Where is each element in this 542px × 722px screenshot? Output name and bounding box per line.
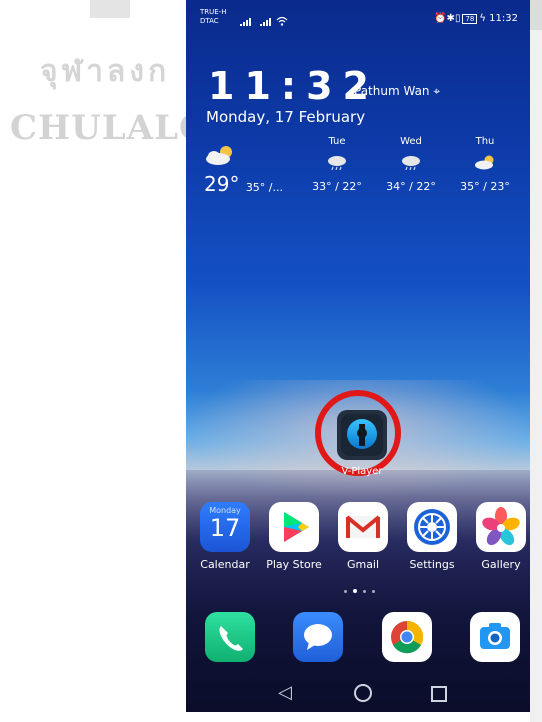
forecast-day-name: Tue (328, 136, 346, 147)
app-label: Calendar (200, 558, 250, 571)
signal-icon (260, 18, 272, 28)
dock-phone[interactable] (193, 612, 267, 662)
charging-icon: ϟ (479, 13, 486, 24)
dock-chrome[interactable] (370, 612, 444, 662)
dock-camera[interactable] (458, 612, 530, 662)
page-dot (363, 590, 366, 593)
vibrate-icon: ▯ (454, 13, 461, 24)
weather-today: 29° 35° /... (204, 172, 283, 196)
v-player-label: V-Player (341, 466, 383, 477)
clock-widget-date[interactable]: Monday, 17 February (206, 108, 365, 126)
home-icon[interactable] (354, 684, 372, 702)
page-edge (530, 0, 542, 722)
clock-widget-location: Pathum Wan ⌖ (354, 84, 440, 99)
location-label: Pathum Wan (354, 84, 430, 98)
chrome-icon (382, 612, 432, 662)
watermark: จุฬาลงก CHULALON (0, 0, 241, 200)
app-label: Gallery (481, 558, 521, 571)
back-icon[interactable]: ◁ (278, 682, 292, 703)
forecast-day: Thu 35° / 23° (450, 136, 520, 193)
app-calendar[interactable]: Monday 17 Calendar (188, 502, 262, 571)
gmail-icon (338, 502, 388, 552)
navigation-bar: ◁ (186, 674, 530, 712)
gallery-flower-icon (476, 502, 526, 552)
phone-screen: TRUE-H DTAC ⏰✱▯ 78 ϟ 11:32 11:32 Pathum Wa… (186, 0, 530, 712)
bluetooth-icon: ✱ (446, 13, 455, 24)
message-icon (293, 612, 343, 662)
rain-cloud-icon (400, 154, 422, 171)
app-play-store[interactable]: Play Store (257, 502, 331, 571)
calendar-icon-date: 17 (209, 514, 241, 542)
today-range: 35° /... (245, 181, 284, 194)
app-label: Gmail (346, 558, 380, 571)
forecast-range: 34° / 22° (386, 180, 436, 193)
alarm-icon: ⏰ (434, 13, 447, 24)
dock-messages[interactable] (281, 612, 355, 662)
status-bar: TRUE-H DTAC ⏰✱▯ 78 ϟ 11:32 (186, 0, 530, 34)
forecast-day: Tue 33° / 22° (302, 136, 372, 193)
page-dot-active (353, 589, 357, 593)
forecast-day-name: Wed (400, 136, 422, 147)
forecast-day-name: Thu (475, 136, 495, 147)
v-player-icon (341, 414, 383, 456)
app-label: Play Store (266, 558, 322, 571)
recent-apps-icon[interactable] (431, 686, 447, 702)
page-dot (344, 590, 347, 593)
app-label: Settings (409, 558, 455, 571)
status-right: ⏰✱▯ 78 ϟ 11:32 (434, 13, 518, 24)
app-gmail[interactable]: Gmail (326, 502, 400, 571)
watermark-crest (90, 0, 130, 18)
partly-cloudy-icon (204, 144, 236, 166)
carrier-1: TRUE-H (200, 8, 227, 16)
forecast-range: 35° / 23° (460, 180, 510, 193)
signal-icon (240, 18, 252, 28)
page-dot (372, 590, 375, 593)
forecast-range: 33° / 22° (312, 180, 362, 193)
play-store-icon (269, 502, 319, 552)
v-player-app-icon[interactable] (337, 410, 387, 460)
watermark-thai-text: จุฬาลงก (40, 54, 171, 89)
phone-icon (205, 612, 255, 662)
calendar-icon: Monday 17 (200, 502, 250, 552)
app-gallery[interactable]: Gallery (464, 502, 530, 571)
carrier-2: DTAC (200, 17, 219, 25)
current-temp: 29° (204, 172, 240, 196)
settings-gear-icon (407, 502, 457, 552)
carrier-labels: TRUE-H DTAC (200, 8, 226, 26)
rain-cloud-icon (326, 154, 348, 171)
app-settings[interactable]: Settings (395, 502, 469, 571)
camera-icon (470, 612, 520, 662)
battery-icon: 78 (462, 14, 478, 24)
status-time: 11:32 (489, 13, 518, 24)
weather-widget[interactable]: 29° 35° /... Tue 33° / 22° Wed 34° / 22°… (186, 136, 530, 196)
partly-cloudy-icon (474, 154, 496, 170)
page-indicator (342, 588, 382, 596)
forecast-day: Wed 34° / 22° (376, 136, 446, 193)
location-pin-icon: ⌖ (433, 84, 441, 98)
wifi-icon (276, 16, 288, 28)
